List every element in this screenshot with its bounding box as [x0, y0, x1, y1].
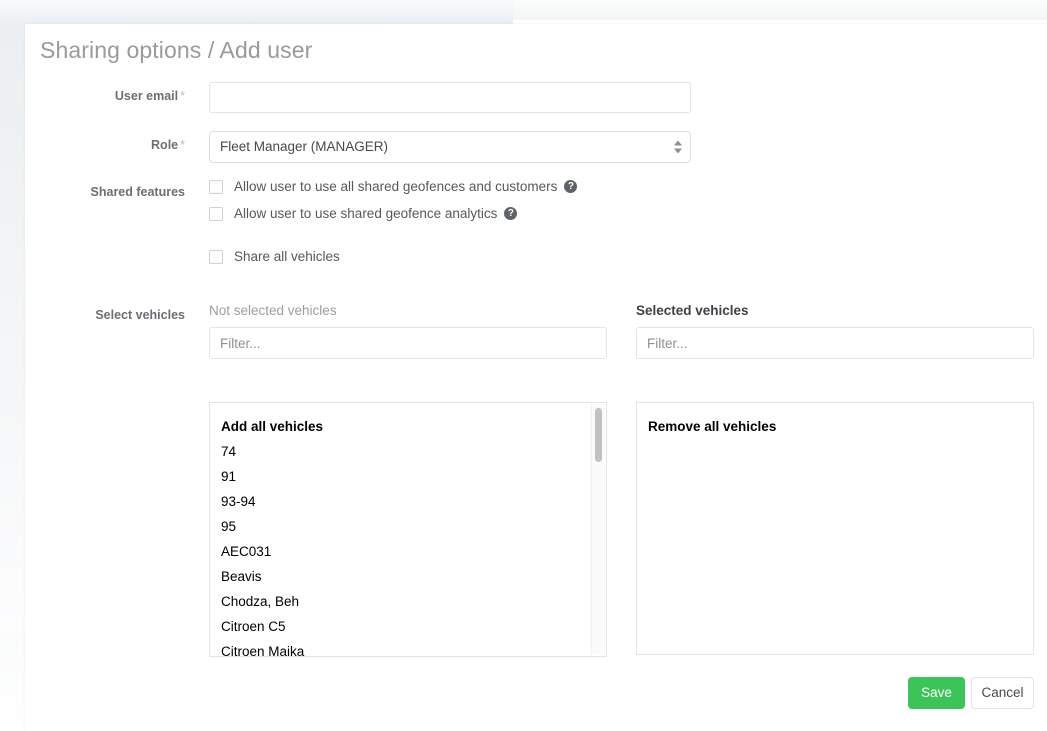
user-email-required-asterisk: *: [180, 89, 185, 103]
not-selected-vehicles-list: Add all vehicles 74 91 93-94 95 AEC031 B…: [210, 403, 606, 656]
role-select[interactable]: Fleet Manager (MANAGER): [209, 131, 691, 163]
list-item[interactable]: Citroen C5: [210, 614, 606, 639]
list-item[interactable]: 91: [210, 464, 606, 489]
backdrop-strip-top-right: [513, 0, 1047, 20]
user-email-label: User email *: [25, 89, 185, 103]
help-icon-shared-geofence-analytics[interactable]: ?: [504, 207, 518, 220]
list-item[interactable]: Citroen Maika: [210, 639, 606, 656]
role-required-asterisk: *: [180, 138, 185, 152]
list-item[interactable]: 93-94: [210, 489, 606, 514]
list-item[interactable]: Beavis: [210, 564, 606, 589]
not-selected-vehicles-heading: Not selected vehicles: [209, 303, 337, 318]
selected-filter-input[interactable]: [636, 327, 1034, 359]
checkbox-label-shared-geofence-analytics: Allow user to use shared geofence analyt…: [234, 206, 498, 221]
selected-vehicles-heading: Selected vehicles: [636, 303, 749, 318]
checkbox-shared-geofence-analytics[interactable]: [209, 206, 223, 221]
checkbox-shared-geofences-customers[interactable]: [209, 179, 223, 194]
cancel-button[interactable]: Cancel: [971, 677, 1034, 709]
not-selected-list-scrollbar[interactable]: [591, 404, 605, 655]
list-item[interactable]: 95: [210, 514, 606, 539]
checkbox-row-shared-geofences-customers[interactable]: Allow user to use all shared geofences a…: [209, 179, 578, 194]
chevron-up-icon: [674, 140, 682, 146]
chevron-down-icon: [674, 148, 682, 154]
checkbox-label-share-all-vehicles: Share all vehicles: [234, 249, 340, 264]
add-all-vehicles-item[interactable]: Add all vehicles: [210, 414, 606, 439]
role-select-value: Fleet Manager (MANAGER): [220, 139, 389, 154]
selected-vehicles-listbox[interactable]: Remove all vehicles: [636, 402, 1034, 655]
user-email-input[interactable]: [209, 82, 691, 113]
select-spinner-arrows-icon: [674, 140, 682, 154]
user-email-label-text: User email: [114, 89, 179, 103]
list-item[interactable]: Chodza, Beh: [210, 589, 606, 614]
select-vehicles-label: Select vehicles: [95, 308, 185, 322]
checkbox-row-share-all-vehicles[interactable]: Share all vehicles: [209, 249, 340, 264]
add-user-panel: Sharing options / Add user User email * R…: [25, 24, 1047, 731]
shared-features-label: Shared features: [90, 185, 185, 199]
not-selected-filter-input[interactable]: [209, 327, 607, 359]
checkbox-share-all-vehicles[interactable]: [209, 249, 223, 264]
backdrop-strip-left-bottom: [0, 633, 25, 731]
checkbox-label-shared-geofences-customers: Allow user to use all shared geofences a…: [234, 179, 558, 194]
role-label-text: Role: [151, 138, 179, 152]
help-icon-shared-geofences-customers[interactable]: ?: [564, 180, 578, 193]
selected-vehicles-list: Remove all vehicles: [637, 403, 1033, 439]
backdrop-strip-top: [0, 0, 513, 24]
not-selected-list-scrollbar-thumb[interactable]: [595, 408, 602, 462]
not-selected-vehicles-listbox[interactable]: Add all vehicles 74 91 93-94 95 AEC031 B…: [209, 402, 607, 657]
save-button[interactable]: Save: [908, 677, 965, 709]
backdrop-strip-left: [0, 24, 25, 633]
remove-all-vehicles-item[interactable]: Remove all vehicles: [637, 414, 1033, 439]
list-item[interactable]: 74: [210, 439, 606, 464]
checkbox-row-shared-geofence-analytics[interactable]: Allow user to use shared geofence analyt…: [209, 206, 518, 221]
role-label: Role *: [25, 138, 185, 152]
page-title: Sharing options / Add user: [40, 37, 313, 63]
list-item[interactable]: AEC031: [210, 539, 606, 564]
